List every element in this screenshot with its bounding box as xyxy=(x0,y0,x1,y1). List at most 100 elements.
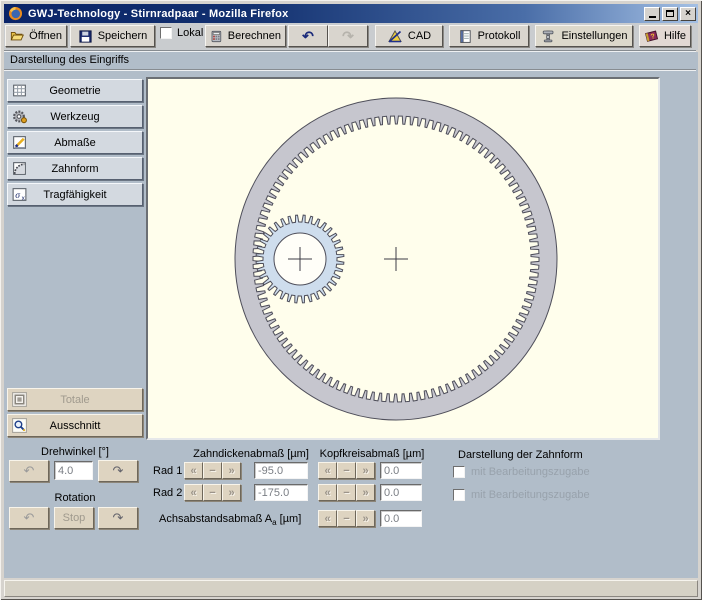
stepper-reset-button[interactable]: − xyxy=(203,462,222,479)
stepper-minus-icon: − xyxy=(209,487,215,499)
rotate-ccw-icon: ↶ xyxy=(24,463,35,479)
cad-label: CAD xyxy=(408,30,431,42)
title-bar: GWJ-Technology - Stirnradpaar - Mozilla … xyxy=(4,4,698,23)
protokoll-button[interactable]: Protokoll xyxy=(449,25,529,47)
kopfkreis-header: Kopfkreisabmaß [µm] xyxy=(314,448,430,460)
rad1-zahndicke-input[interactable] xyxy=(254,462,308,479)
rotation-label: Rotation xyxy=(7,492,143,504)
sidebar-item-label: Geometrie xyxy=(49,85,100,97)
stepper-minus-icon: − xyxy=(343,487,349,499)
close-button[interactable]: × xyxy=(680,7,696,21)
minimize-button[interactable] xyxy=(644,7,660,21)
stepper-increase-button[interactable]: » xyxy=(222,484,241,501)
rotation-cw-icon: ↷ xyxy=(113,510,124,526)
drawing-canvas[interactable] xyxy=(146,77,660,440)
section-title: Darstellung des Eingriffs xyxy=(10,54,129,66)
cad-icon xyxy=(387,28,403,44)
drehwinkel-input[interactable] xyxy=(54,461,93,480)
rad2-kopfkreis-stepper: « − » xyxy=(318,484,375,501)
sidebar-item-zahnform[interactable]: Zahnform xyxy=(7,157,143,180)
bearbeitungszugabe-checkbox-row-2: mit Bearbeitungszugabe xyxy=(453,489,590,501)
close-icon: × xyxy=(685,9,691,19)
lokal-checkbox[interactable] xyxy=(160,27,172,39)
lokal-label: Lokal xyxy=(177,27,203,39)
floppy-icon xyxy=(78,29,93,44)
maximize-button[interactable] xyxy=(662,7,678,21)
stepper-left-icon: « xyxy=(190,465,196,477)
cad-button[interactable]: CAD xyxy=(375,25,443,47)
rotation-ccw-icon: ↶ xyxy=(24,510,35,526)
stop-label: Stop xyxy=(63,512,86,524)
rad2-zahndicke-input[interactable] xyxy=(254,484,308,501)
window-controls: × xyxy=(644,7,696,21)
stepper-right-icon: » xyxy=(228,465,234,477)
open-folder-icon xyxy=(10,28,24,44)
undo-button[interactable]: ↶ xyxy=(288,25,328,47)
settings-button[interactable]: Einstellungen xyxy=(535,25,633,47)
stepper-right-icon: » xyxy=(362,465,368,477)
rad2-kopfkreis-input[interactable] xyxy=(380,484,422,501)
save-button[interactable]: Speichern xyxy=(70,25,155,47)
rotate-cw-step-button[interactable]: ↷ xyxy=(98,460,138,482)
calculate-button[interactable]: Berechnen xyxy=(205,25,286,47)
ausschnitt-button[interactable]: Ausschnitt xyxy=(7,414,143,437)
stepper-decrease-button[interactable]: « xyxy=(318,510,337,527)
bearbeitungszugabe-label-1: mit Bearbeitungszugabe xyxy=(471,466,590,478)
stepper-reset-button[interactable]: − xyxy=(203,484,222,501)
grid-icon xyxy=(11,82,28,99)
stepper-increase-button[interactable]: » xyxy=(356,462,375,479)
sidebar-item-geometrie[interactable]: Geometrie xyxy=(7,79,143,102)
help-button[interactable]: ? Hilfe xyxy=(639,25,691,47)
rotation-cw-button[interactable]: ↷ xyxy=(98,507,138,529)
achsabstand-label-prefix: Achsabstandsabmaß A xyxy=(159,513,272,525)
achsabstand-label: Achsabstandsabmaß Aa [µm] xyxy=(159,513,301,527)
calculate-label: Berechnen xyxy=(228,30,281,42)
window-title: GWJ-Technology - Stirnradpaar - Mozilla … xyxy=(28,8,288,20)
bearbeitungszugabe-checkbox-1 xyxy=(453,466,465,478)
stepper-increase-button[interactable]: » xyxy=(222,462,241,479)
page-pencil-icon xyxy=(11,134,28,151)
stepper-reset-button[interactable]: − xyxy=(337,484,356,501)
protokoll-document-icon xyxy=(458,29,473,44)
sigma-icon: σ x xyxy=(11,186,28,203)
status-bar xyxy=(4,580,698,597)
totale-label: Totale xyxy=(60,394,89,406)
stepper-decrease-button[interactable]: « xyxy=(184,484,203,501)
stepper-decrease-button[interactable]: « xyxy=(318,484,337,501)
lokal-checkbox-group: Lokal xyxy=(160,27,203,39)
stepper-decrease-button[interactable]: « xyxy=(184,462,203,479)
section-separator xyxy=(4,69,696,71)
rotation-stop-button: Stop xyxy=(54,507,94,529)
stepper-increase-button[interactable]: » xyxy=(356,484,375,501)
stepper-right-icon: » xyxy=(362,487,368,499)
rad2-label: Rad 2 xyxy=(153,487,182,499)
sidebar-item-abmasse[interactable]: Abmaße xyxy=(7,131,143,154)
ausschnitt-label: Ausschnitt xyxy=(50,420,101,432)
help-book-icon: ? xyxy=(644,28,659,44)
stepper-increase-button[interactable]: » xyxy=(356,510,375,527)
stepper-minus-icon: − xyxy=(209,465,215,477)
zahndicke-header: Zahndickenabmaß [µm] xyxy=(186,448,316,460)
zahnform-panel-title: Darstellung der Zahnform xyxy=(458,449,583,461)
gear-mesh-drawing xyxy=(148,79,658,438)
content-area: Darstellung des Eingriffs Geometrie Werk… xyxy=(4,52,698,578)
rad2-zahndicke-stepper: « − » xyxy=(184,484,241,501)
settings-tool-icon xyxy=(540,28,556,44)
sidebar-item-werkzeug[interactable]: Werkzeug xyxy=(7,105,143,128)
rad1-kopfkreis-stepper: « − » xyxy=(318,462,375,479)
totale-square-icon xyxy=(11,391,28,408)
bearbeitungszugabe-label-2: mit Bearbeitungszugabe xyxy=(471,489,590,501)
bearbeitungszugabe-checkbox-row-1: mit Bearbeitungszugabe xyxy=(453,466,590,478)
rotate-ccw-step-button[interactable]: ↶ xyxy=(9,460,49,482)
stepper-minus-icon: − xyxy=(343,465,349,477)
achsabstand-input[interactable] xyxy=(380,510,422,527)
stepper-decrease-button[interactable]: « xyxy=(318,462,337,479)
maximize-icon xyxy=(666,10,674,17)
stepper-left-icon: « xyxy=(190,487,196,499)
stepper-reset-button[interactable]: − xyxy=(337,462,356,479)
rotation-ccw-button[interactable]: ↶ xyxy=(9,507,49,529)
stepper-reset-button[interactable]: − xyxy=(337,510,356,527)
sidebar-item-tragfaehigkeit[interactable]: σ x Tragfähigkeit xyxy=(7,183,143,206)
rad1-kopfkreis-input[interactable] xyxy=(380,462,422,479)
open-button[interactable]: Öffnen xyxy=(5,25,67,47)
